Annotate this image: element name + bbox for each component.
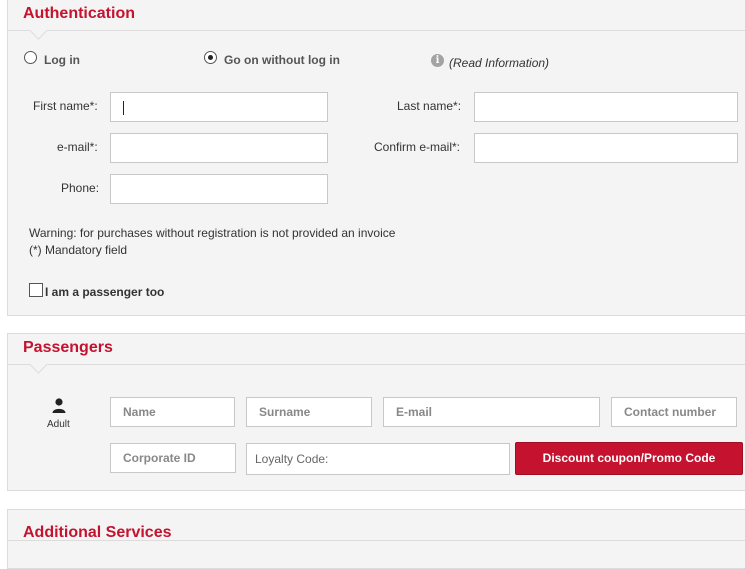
- phone-input[interactable]: [110, 174, 328, 204]
- confirm-email-input[interactable]: [474, 133, 738, 163]
- loyalty-code-input[interactable]: Loyalty Code:: [246, 443, 510, 475]
- mandatory-note: (*) Mandatory field: [29, 243, 128, 257]
- passenger-type-label: Adult: [47, 419, 70, 430]
- guest-radio-label[interactable]: Go on without log in: [224, 53, 340, 67]
- header-notch: [29, 355, 48, 374]
- phone-label: Phone:: [61, 181, 100, 195]
- passenger-too-label[interactable]: I am a passenger too: [45, 285, 164, 299]
- last-name-input[interactable]: [474, 92, 738, 122]
- discount-coupon-button[interactable]: Discount coupon/Promo Code: [515, 442, 743, 475]
- adult-person-icon: [52, 398, 66, 413]
- header-notch: [29, 21, 48, 40]
- warning-text: Warning: for purchases without registrat…: [29, 226, 396, 240]
- login-radio[interactable]: [24, 51, 37, 64]
- passenger-too-checkbox[interactable]: [29, 283, 43, 297]
- last-name-label: Last name*:: [397, 99, 462, 113]
- additional-services-header: Additional Services: [8, 510, 745, 541]
- authentication-title: Authentication: [23, 5, 135, 22]
- first-name-input[interactable]: [110, 92, 328, 122]
- text-cursor: [123, 101, 124, 115]
- additional-services-panel: Additional Services: [7, 509, 745, 569]
- passenger-surname-input[interactable]: Surname: [246, 397, 372, 427]
- email-label: e-mail*:: [57, 140, 98, 154]
- login-radio-label[interactable]: Log in: [44, 53, 80, 67]
- additional-services-title: Additional Services: [23, 524, 172, 541]
- read-information-link[interactable]: (Read Information): [449, 56, 549, 70]
- confirm-email-label: Confirm e-mail*:: [374, 140, 461, 154]
- authentication-panel: Authentication Log in Go on without log …: [7, 0, 745, 316]
- email-input[interactable]: [110, 133, 328, 163]
- info-icon[interactable]: i: [431, 54, 444, 67]
- guest-radio[interactable]: [204, 51, 217, 64]
- passenger-name-input[interactable]: Name: [110, 397, 235, 427]
- passenger-contact-input[interactable]: Contact number: [611, 397, 737, 427]
- passenger-email-input[interactable]: E-mail: [383, 397, 600, 427]
- passengers-header: Passengers: [8, 334, 745, 374]
- passengers-title: Passengers: [23, 339, 113, 356]
- corporate-id-input[interactable]: Corporate ID: [110, 443, 236, 473]
- authentication-header: Authentication: [8, 0, 745, 40]
- passengers-panel: Passengers Adult Name Surname E-mail Con…: [7, 333, 745, 491]
- first-name-label: First name*:: [33, 99, 98, 113]
